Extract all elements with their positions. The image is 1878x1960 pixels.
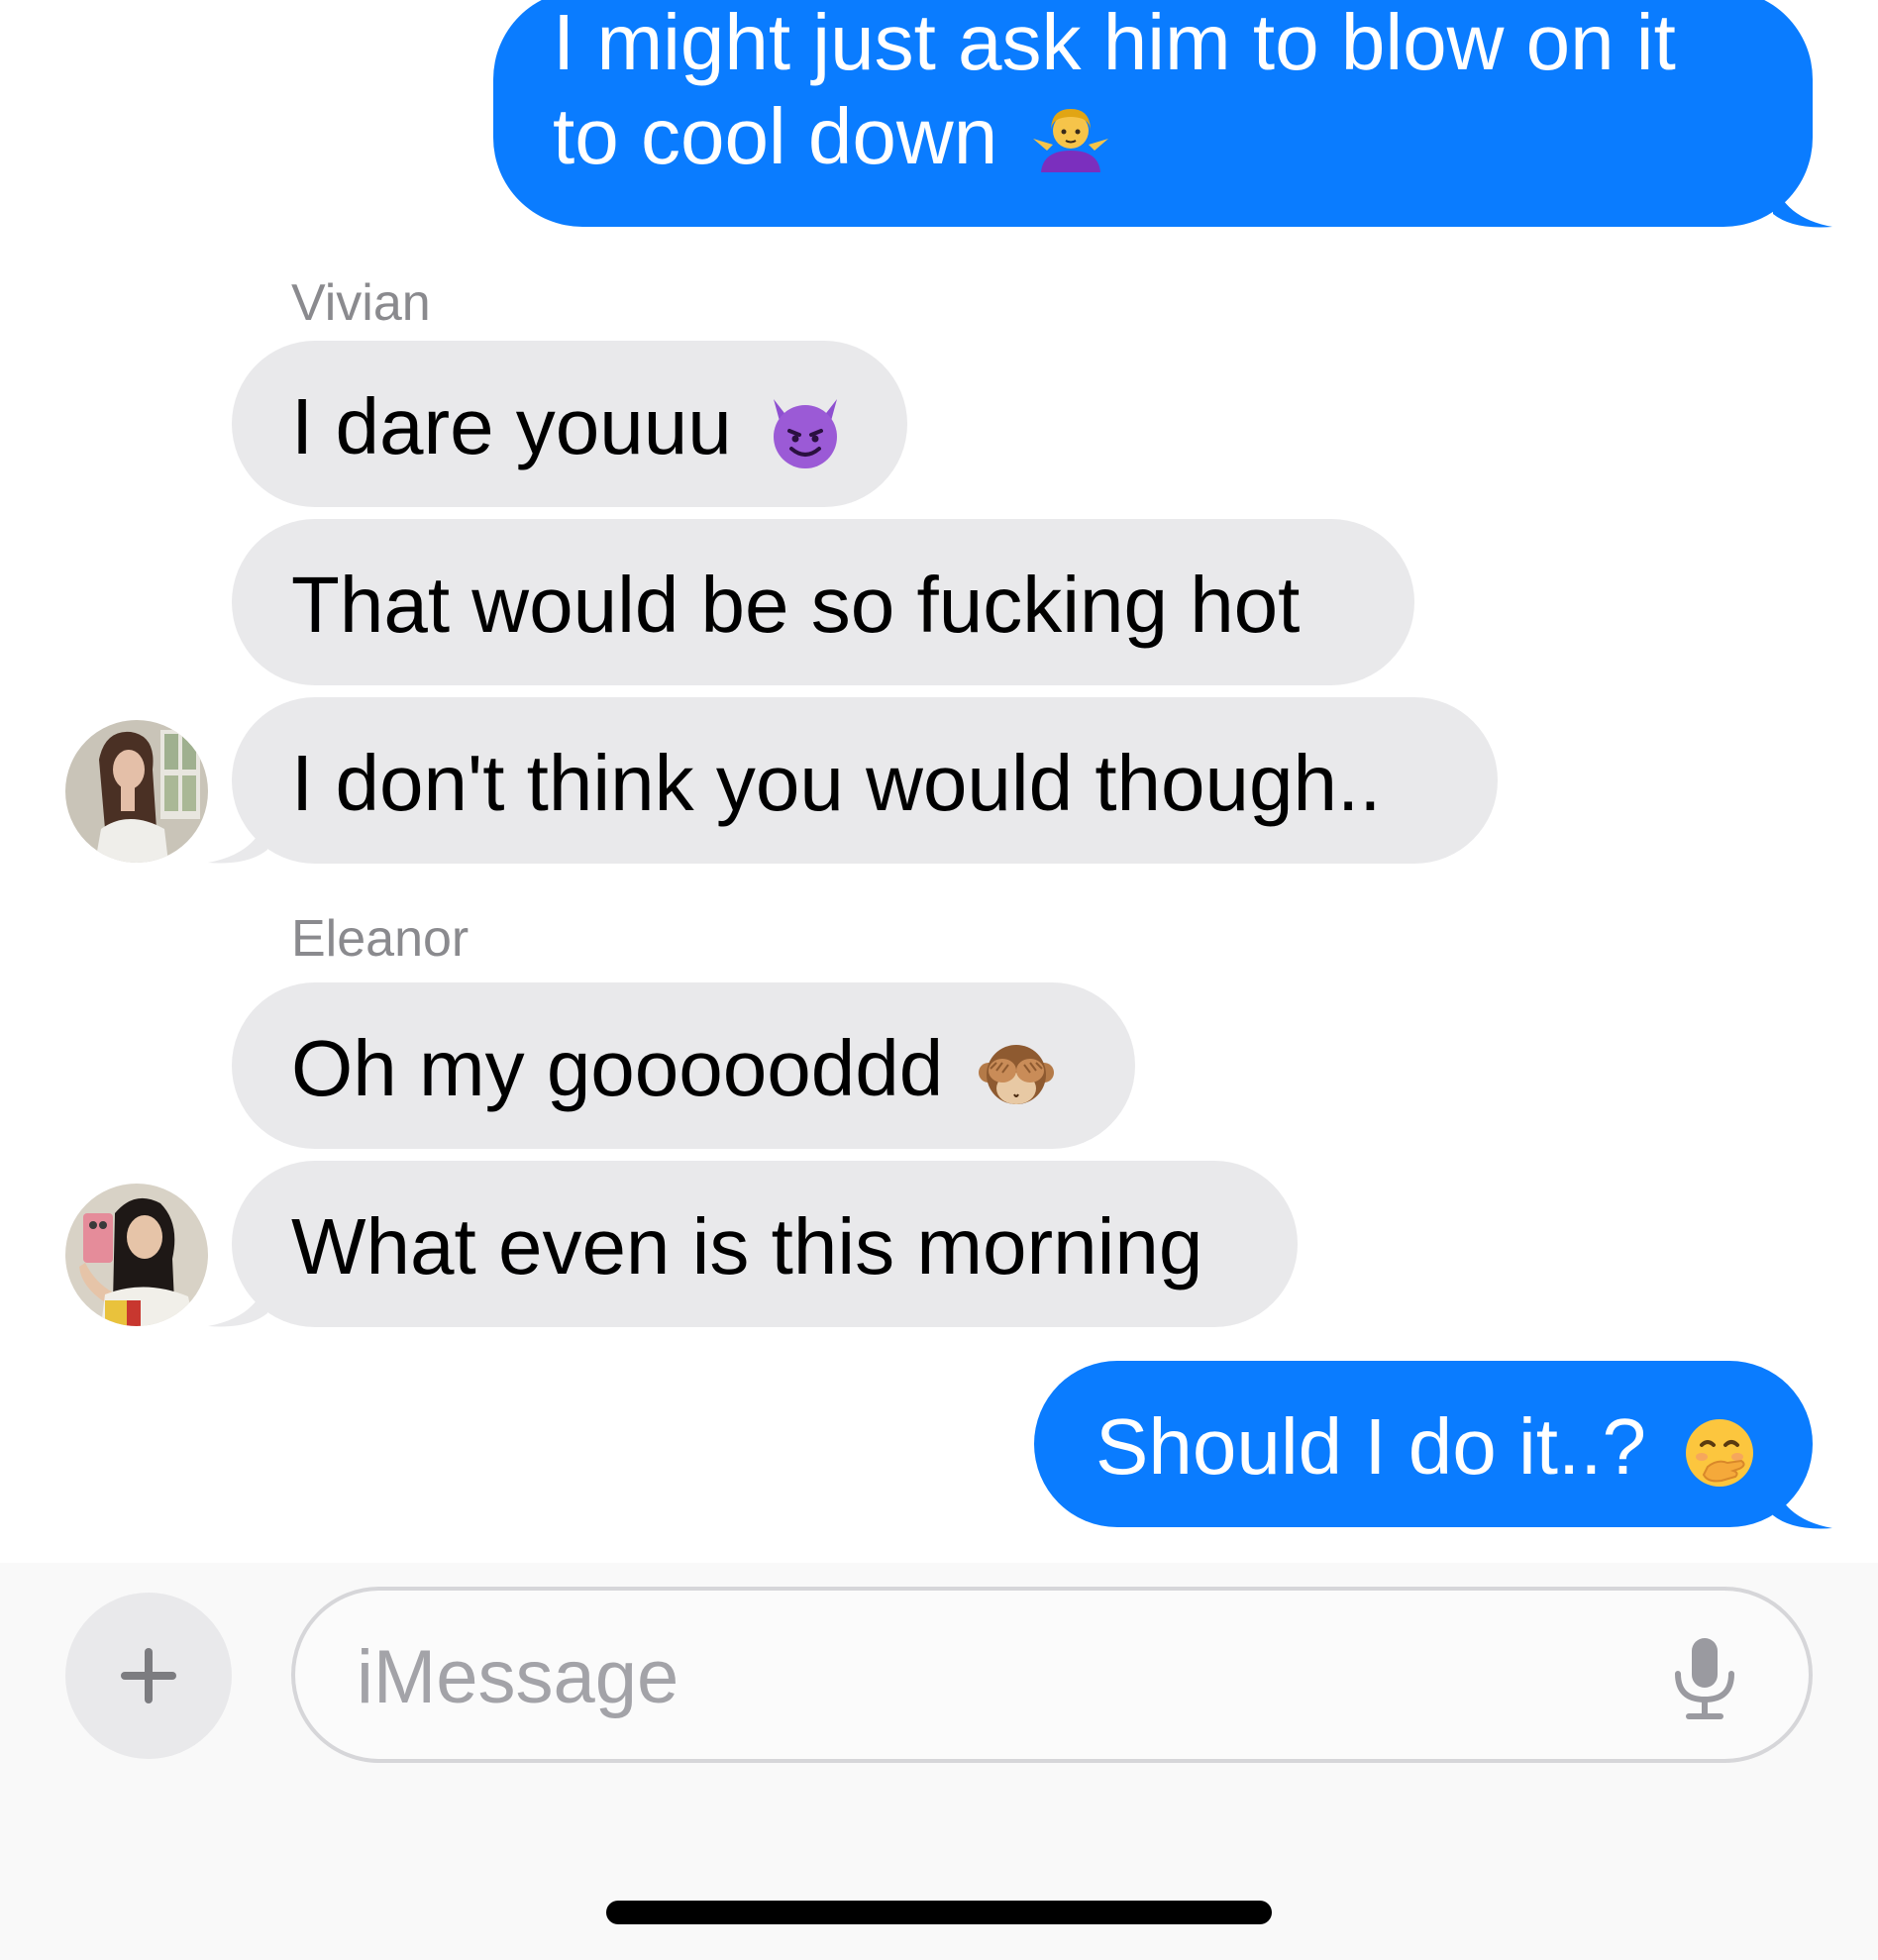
home-indicator[interactable] xyxy=(606,1901,1272,1924)
plus-icon xyxy=(121,1648,176,1703)
message-text: That would be so fucking hot xyxy=(291,561,1301,649)
sender-label: Vivian xyxy=(291,274,431,332)
message-input[interactable] xyxy=(355,1620,1646,1733)
message-text: to cool down xyxy=(553,92,998,180)
bubble-tail-outgoing xyxy=(1773,1480,1832,1529)
message-bubble-incoming[interactable]: I don't think you would though.. xyxy=(232,697,1498,864)
message-bubble-outgoing[interactable]: Should I do it..? xyxy=(1034,1361,1813,1527)
vivian-avatar[interactable] xyxy=(65,720,208,863)
face-with-hand-over-mouth-emoji xyxy=(1678,1411,1761,1495)
message-input-container[interactable] xyxy=(291,1587,1813,1763)
smiling-devil-emoji xyxy=(764,391,847,474)
message-bubble-outgoing[interactable]: I might just ask him to blow on it to co… xyxy=(493,0,1813,227)
eleanor-avatar[interactable] xyxy=(65,1184,208,1326)
person-shrugging-emoji xyxy=(1029,101,1112,184)
message-text: I might just ask him to blow on it xyxy=(553,0,1676,86)
bubble-tail-incoming xyxy=(208,814,267,864)
message-text: What even is this morning xyxy=(291,1202,1203,1290)
microphone-icon[interactable] xyxy=(1670,1634,1739,1723)
message-bubble-incoming[interactable]: What even is this morning xyxy=(232,1161,1298,1327)
plus-button[interactable] xyxy=(65,1593,232,1759)
message-bubble-incoming[interactable]: I dare youuu xyxy=(232,341,907,507)
sender-label: Eleanor xyxy=(291,910,470,968)
message-text-line-2: to cool down xyxy=(553,90,1112,184)
message-bubble-incoming[interactable]: Oh my goooooddd xyxy=(232,982,1135,1149)
message-text: I dare youuu xyxy=(291,382,732,470)
bubble-tail-incoming xyxy=(208,1278,267,1327)
message-text: Should I do it..? xyxy=(1096,1402,1646,1491)
see-no-evil-monkey-emoji xyxy=(975,1033,1058,1116)
message-bubble-incoming[interactable]: That would be so fucking hot xyxy=(232,519,1414,685)
message-text: I don't think you would though.. xyxy=(291,739,1382,827)
bubble-tail-outgoing xyxy=(1773,178,1832,228)
message-text: Oh my goooooddd xyxy=(291,1024,944,1112)
